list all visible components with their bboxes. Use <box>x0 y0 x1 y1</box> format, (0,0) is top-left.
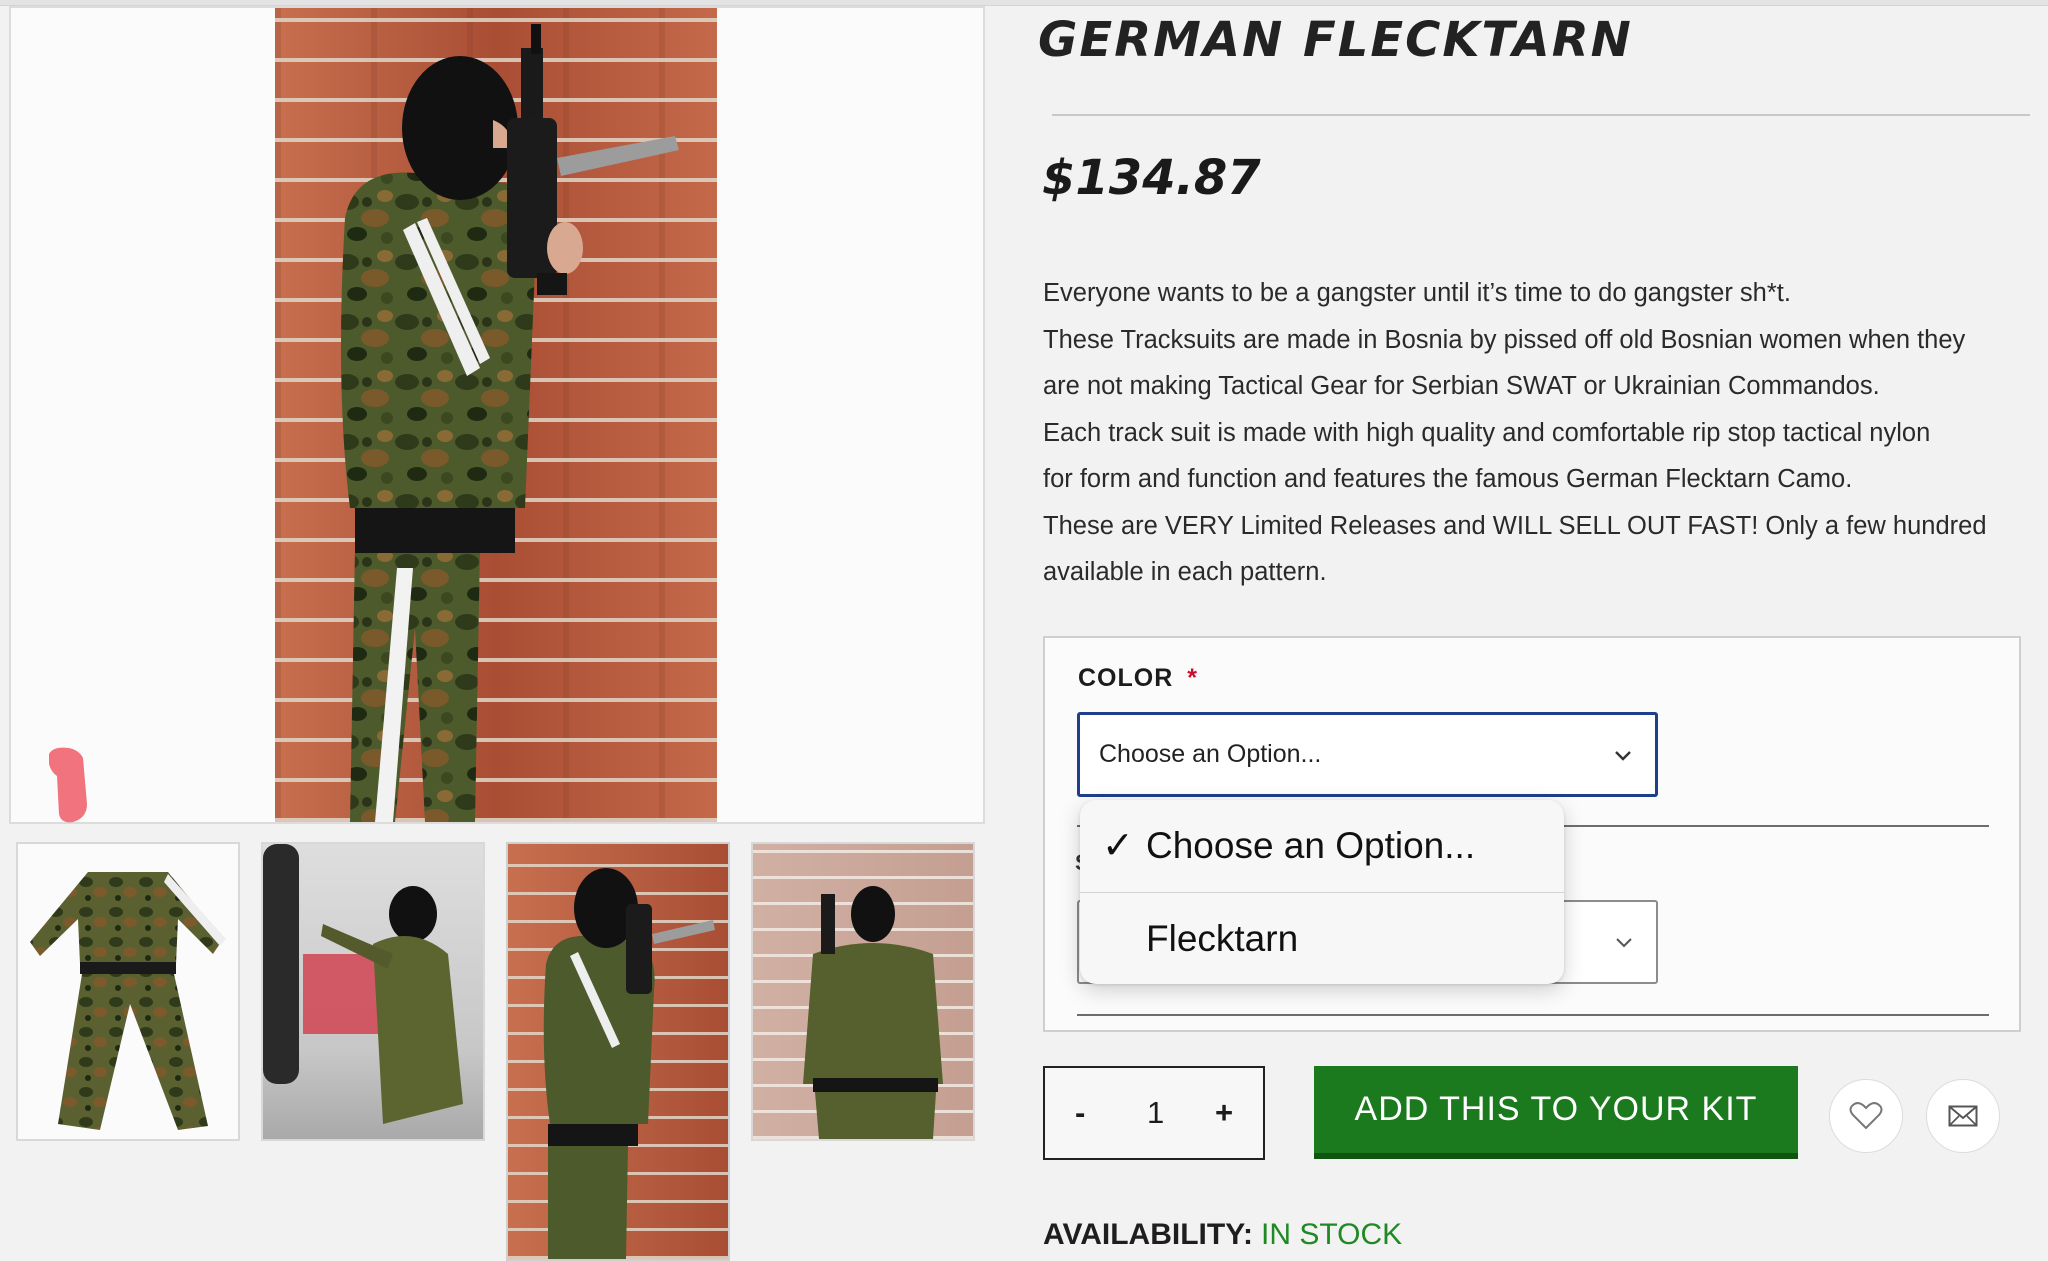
quantity-stepper: - 1 + <box>1043 1066 1265 1160</box>
heart-icon <box>1849 1102 1883 1130</box>
dropdown-option-label: Flecktarn <box>1146 918 1299 959</box>
quantity-input[interactable]: 1 <box>1147 1068 1164 1158</box>
title-divider <box>1052 114 2030 116</box>
punching-bag-illustration <box>263 844 463 1124</box>
description-line: These Tracksuits are made in Bosnia by p… <box>1043 325 1966 354</box>
color-label-text: COLOR <box>1078 664 1174 692</box>
wishlist-button[interactable] <box>1829 1079 1903 1153</box>
thumbnail-front-pose[interactable] <box>751 842 975 1141</box>
availability-status: AVAILABILITY: IN STOCK <box>1043 1218 1402 1252</box>
front-pose-illustration <box>803 886 943 1139</box>
quantity-decrease-button[interactable]: - <box>1075 1068 1085 1158</box>
description-line: These are VERY Limited Releases and WILL… <box>1043 511 1987 540</box>
description-line: are not making Tactical Gear for Serbian… <box>1043 372 1880 400</box>
thumbnail-selected-gun-pose[interactable] <box>506 842 730 1261</box>
quantity-increase-button[interactable]: + <box>1215 1068 1233 1158</box>
product-description: Everyone wants to be a gangster until it… <box>1043 270 2033 596</box>
description-line: Everyone wants to be a gangster until it… <box>1043 279 1791 307</box>
model-figure-illustration <box>341 24 679 822</box>
description-line: available in each pattern. <box>1043 558 1327 586</box>
add-to-cart-button[interactable]: ADD THIS TO YOUR KIT <box>1314 1066 1798 1159</box>
main-product-image-frame[interactable] <box>9 6 985 824</box>
main-product-photo[interactable] <box>275 8 717 822</box>
gun-pose-illustration <box>543 868 715 1259</box>
mail-icon <box>1948 1105 1978 1127</box>
in-stock-badge: IN STOCK <box>1260 1218 1403 1251</box>
availability-label: AVAILABILITY: <box>1043 1218 1253 1251</box>
color-select[interactable]: Choose an Option... <box>1077 712 1658 797</box>
flat-lay-illustration <box>30 872 226 1130</box>
color-option-label: COLOR * <box>1078 664 1198 693</box>
chevron-down-icon <box>1616 938 1632 948</box>
checkmark-icon: ✓ <box>1102 825 1134 867</box>
zoom-badge-icon[interactable] <box>43 744 95 826</box>
thumbnail-strip <box>16 842 976 1261</box>
dropdown-option-choose[interactable]: ✓ Choose an Option... <box>1080 800 1564 892</box>
thumbnail-flat-lay[interactable] <box>16 842 240 1141</box>
chevron-down-icon <box>1615 751 1631 761</box>
dropdown-option-label: Choose an Option... <box>1146 825 1476 866</box>
description-line: for form and function and features the f… <box>1043 465 1853 493</box>
thumbnail-punching-bag[interactable] <box>261 842 485 1141</box>
product-price: $134.87 <box>1042 150 1261 206</box>
required-asterisk: * <box>1187 664 1199 692</box>
color-dropdown-menu: ✓ Choose an Option... Flecktarn <box>1080 800 1564 984</box>
dropdown-option-flecktarn[interactable]: Flecktarn <box>1080 892 1564 984</box>
product-title: GERMAN FLECKTARN <box>1038 12 1633 68</box>
email-share-button[interactable] <box>1926 1079 2000 1153</box>
description-line: Each track suit is made with high qualit… <box>1043 418 1931 447</box>
option-divider <box>1077 1014 1989 1016</box>
color-select-value: Choose an Option... <box>1099 740 1322 768</box>
